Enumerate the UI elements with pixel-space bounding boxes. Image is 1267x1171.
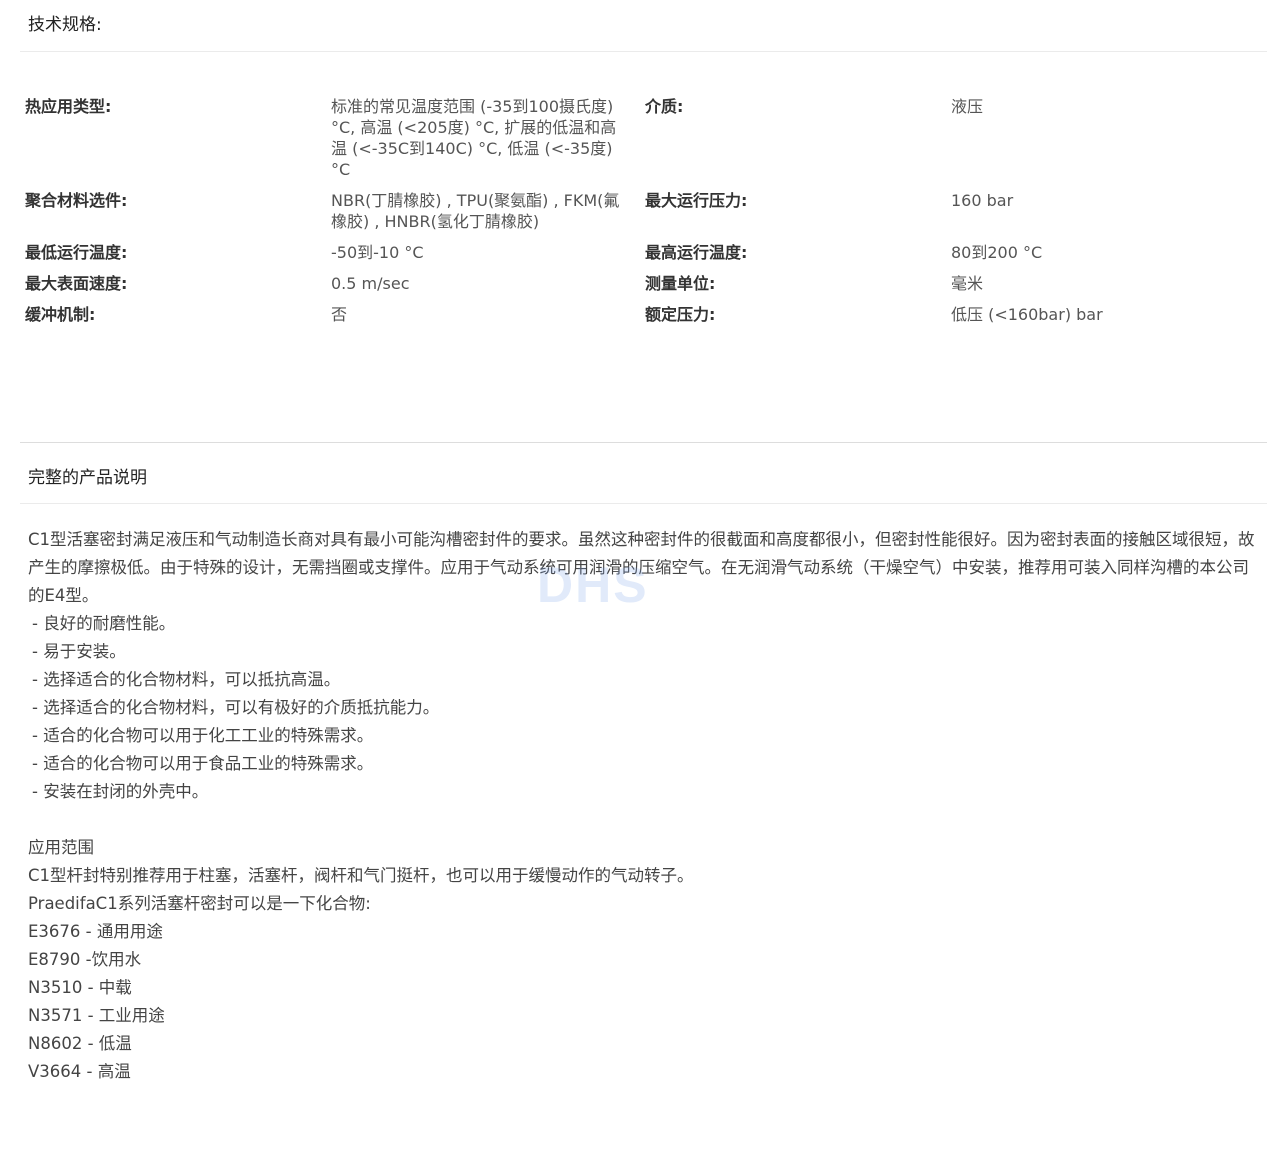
feature-item: - 良好的耐磨性能。: [32, 614, 176, 633]
spec-value-max-temp: 80到200 °C: [951, 243, 1043, 262]
compound-item: N3571 - 工业用途: [28, 1006, 165, 1025]
spec-label-cushioning: 缓冲机制:: [25, 305, 96, 324]
spec-label-thermal-type: 热应用类型:: [25, 97, 112, 116]
spec-value-unit: 毫米: [951, 274, 984, 293]
spec-value-thermal-type: 标准的常见温度范围 (-35到100摄氏度) °C, 高温 (<205度) °C…: [331, 97, 617, 179]
feature-item: - 易于安装。: [32, 642, 126, 661]
compounds-title: PraedifaC1系列活塞杆密封可以是一下化合物:: [28, 894, 371, 913]
compound-item: N8602 - 低温: [28, 1034, 132, 1053]
spec-value-medium: 液压: [951, 97, 984, 116]
application-title: 应用范围: [28, 838, 94, 857]
compound-item: V3664 - 高温: [28, 1062, 131, 1081]
feature-item: - 适合的化合物可以用于食品工业的特殊需求。: [32, 754, 374, 773]
spec-value-surface-speed: 0.5 m/sec: [331, 274, 410, 293]
spec-value-rated-pressure: 低压 (<160bar) bar: [951, 305, 1103, 324]
compound-item: N3510 - 中载: [28, 978, 132, 997]
spec-value-max-pressure: 160 bar: [951, 191, 1014, 210]
spec-label-polymer-options: 聚合材料选件:: [25, 191, 128, 210]
feature-item: - 安装在封闭的外壳中。: [32, 782, 209, 801]
spec-label-max-pressure: 最大运行压力:: [645, 191, 748, 210]
spec-value-cushioning: 否: [331, 305, 348, 324]
spec-label-surface-speed: 最大表面速度:: [25, 274, 128, 293]
feature-item: - 适合的化合物可以用于化工工业的特殊需求。: [32, 726, 374, 745]
spec-label-unit: 测量单位:: [645, 274, 716, 293]
spec-label-rated-pressure: 额定压力:: [645, 305, 716, 324]
application-text: C1型杆封特别推荐用于柱塞，活塞杆，阀杆和气门挺杆，也可以用于缓慢动作的气动转子…: [28, 866, 694, 885]
specs-table: 热应用类型: 标准的常见温度范围 (-35到100摄氏度) °C, 高温 (<2…: [25, 96, 1225, 325]
spec-label-medium: 介质:: [645, 97, 684, 116]
feature-list: - 良好的耐磨性能。 - 易于安装。 - 选择适合的化合物材料，可以抵抗高温。 …: [32, 610, 1260, 806]
specs-section-header: 技术规格:: [20, 0, 1267, 52]
compound-item: E8790 -饮用水: [28, 950, 142, 969]
product-description: C1型活塞密封满足液压和气动制造长商对具有最小可能沟槽密封件的要求。虽然这种密封…: [28, 526, 1260, 1086]
spec-label-min-temp: 最低运行温度:: [25, 243, 128, 262]
spec-value-min-temp: -50到-10 °C: [331, 243, 424, 262]
feature-item: - 选择适合的化合物材料，可以抵抗高温。: [32, 670, 341, 689]
spec-value-polymer-options: NBR(丁腈橡胶) , TPU(聚氨酯) , FKM(氟橡胶) , HNBR(氢…: [331, 191, 620, 231]
feature-item: - 选择适合的化合物材料，可以有极好的介质抵抗能力。: [32, 698, 440, 717]
compound-item: E3676 - 通用用途: [28, 922, 163, 941]
spec-label-max-temp: 最高运行温度:: [645, 243, 748, 262]
description-intro: C1型活塞密封满足液压和气动制造长商对具有最小可能沟槽密封件的要求。虽然这种密封…: [28, 530, 1255, 605]
description-section-header: 完整的产品说明: [20, 442, 1267, 504]
